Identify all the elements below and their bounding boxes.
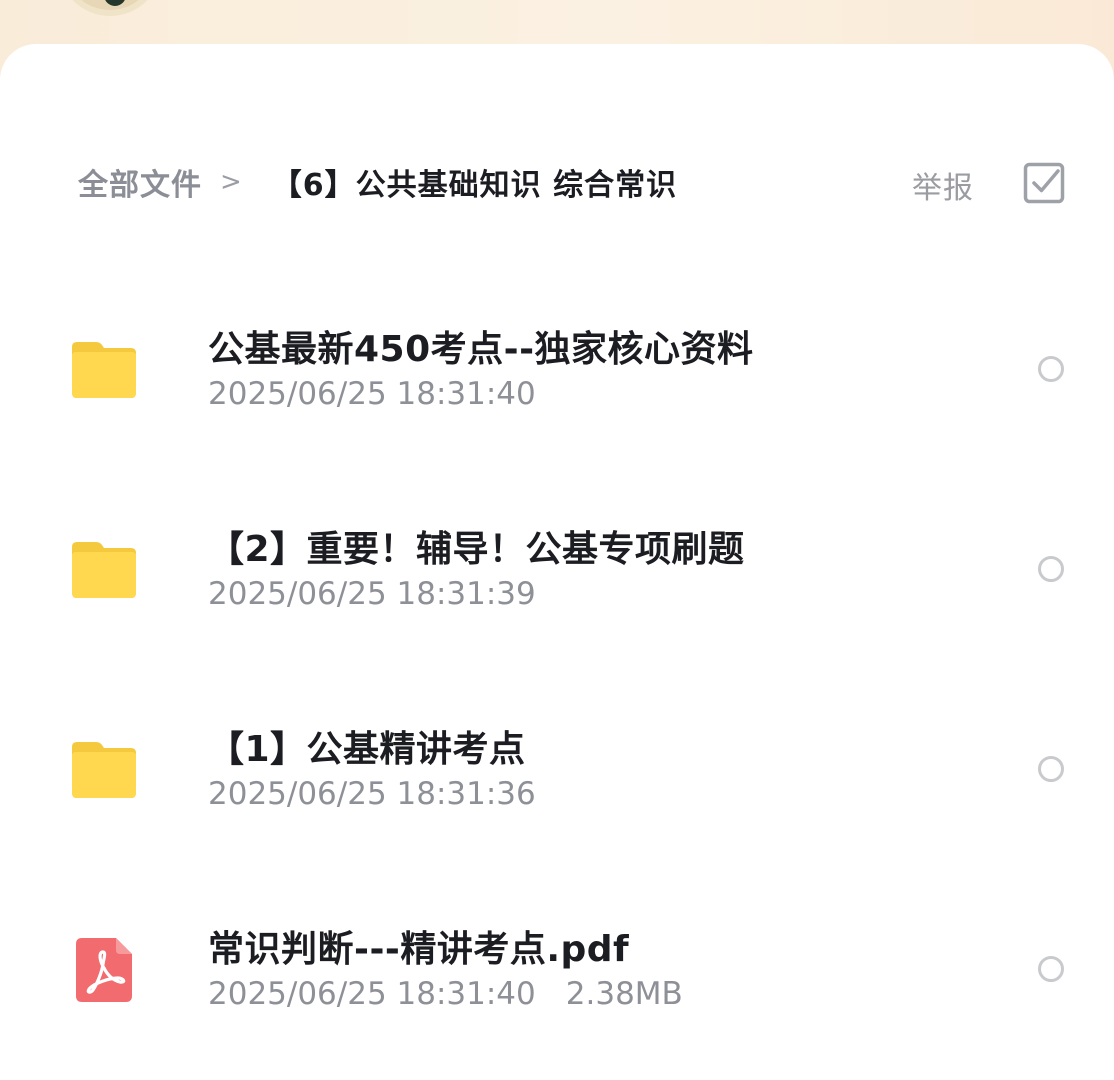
- file-size: 2.38MB: [565, 976, 683, 1012]
- file-name: 公基最新450考点--独家核心资料: [208, 329, 754, 370]
- file-row[interactable]: 【1】公基精讲考点 2025/06/25 18:31:36: [0, 720, 1114, 860]
- breadcrumb-current-folder: 【6】公共基础知识 综合常识: [271, 168, 678, 203]
- file-name: 【2】重要！辅导！公基专项刷题: [208, 529, 745, 570]
- file-name: 常识判断---精讲考点.pdf: [208, 929, 630, 970]
- breadcrumb: 全部文件 > 【6】公共基础知识 综合常识: [78, 160, 677, 204]
- file-time: 2025/06/25 18:31:39: [208, 576, 536, 612]
- file-row[interactable]: 公基最新450考点--独家核心资料 2025/06/25 18:31:40: [0, 320, 1114, 460]
- file-row[interactable]: 【2】重要！辅导！公基专项刷题 2025/06/25 18:31:39: [0, 520, 1114, 660]
- select-radio[interactable]: [1038, 356, 1064, 382]
- select-radio[interactable]: [1038, 756, 1064, 782]
- pdf-icon: [76, 938, 132, 1002]
- folder-icon: [72, 542, 136, 598]
- select-all-checkbox-icon[interactable]: [1023, 162, 1065, 204]
- file-meta: 2025/06/25 18:31:36: [208, 776, 536, 812]
- file-name: 【1】公基精讲考点: [208, 729, 526, 770]
- file-meta: 2025/06/25 18:31:40: [208, 376, 536, 412]
- select-radio[interactable]: [1038, 956, 1064, 982]
- file-time: 2025/06/25 18:31:36: [208, 776, 536, 812]
- folder-icon: [72, 742, 136, 798]
- file-time: 2025/06/25 18:31:40: [208, 976, 536, 1012]
- file-meta: 2025/06/25 18:31:39: [208, 576, 536, 612]
- file-time: 2025/06/25 18:31:40: [208, 376, 536, 412]
- file-meta: 2025/06/25 18:31:40 2.38MB: [208, 976, 683, 1012]
- folder-icon: [72, 342, 136, 398]
- select-radio[interactable]: [1038, 556, 1064, 582]
- file-row[interactable]: 常识判断---精讲考点.pdf 2025/06/25 18:31:40 2.38M…: [0, 920, 1114, 1060]
- breadcrumb-root-link[interactable]: 全部文件: [78, 160, 202, 204]
- report-button[interactable]: 举报: [912, 163, 974, 207]
- breadcrumb-separator: >: [220, 167, 242, 197]
